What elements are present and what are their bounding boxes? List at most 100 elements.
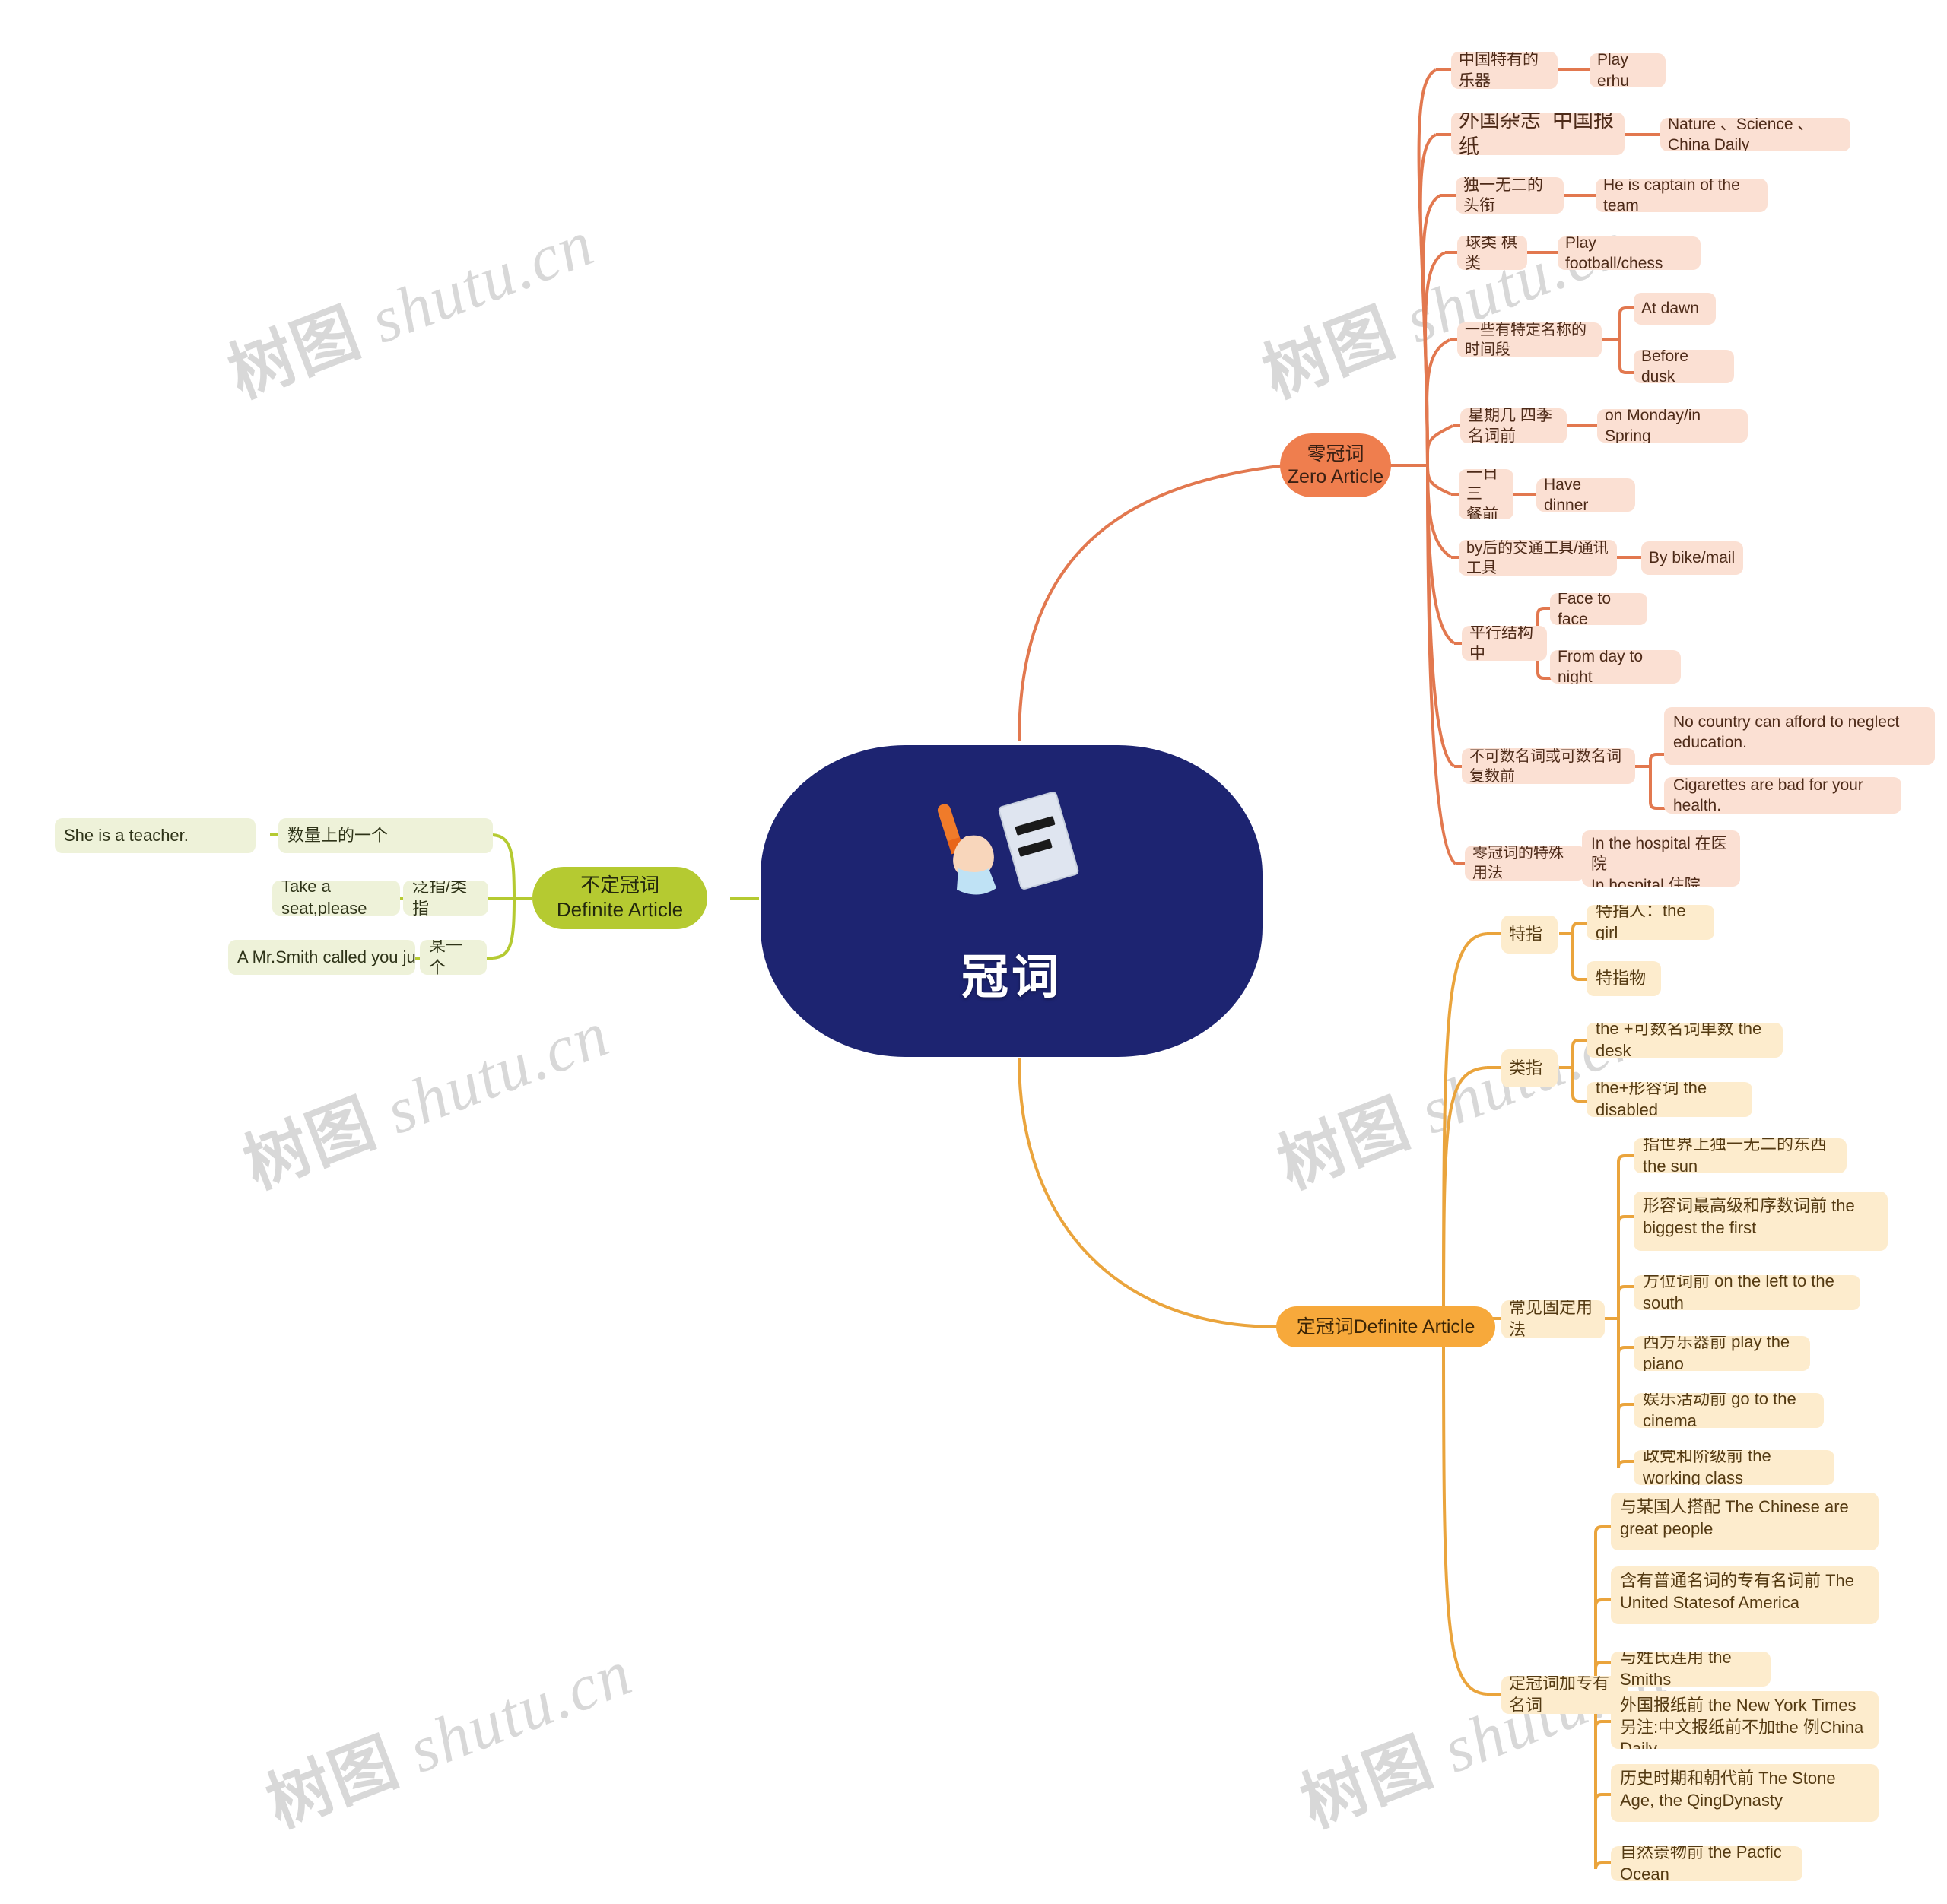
- node-label: 定冠词加专有名词: [1509, 1676, 1610, 1714]
- node-zero-2-child-0[interactable]: He is captain of the team: [1596, 179, 1768, 212]
- node-label: the +可数名词单数 the desk: [1596, 1023, 1767, 1058]
- node-definite-3-child-4[interactable]: 历史时期和朝代前 The Stone Age, the QingDynasty: [1611, 1764, 1879, 1822]
- node-zero-8-child-1[interactable]: From day to night: [1550, 650, 1681, 684]
- node-zero-3-child-0[interactable]: Play football/chess: [1558, 236, 1701, 270]
- node-zero-8-child-0[interactable]: Face to face: [1550, 593, 1647, 625]
- node-label: 独一无二的头衔: [1463, 177, 1543, 214]
- node-label: Play erhu: [1597, 53, 1633, 87]
- node-label: Before dusk: [1641, 350, 1693, 383]
- node-label: From day to night: [1558, 650, 1647, 684]
- node-zero-3[interactable]: 球类 棋类: [1457, 236, 1527, 270]
- node-definite-2[interactable]: 常见固定用法: [1501, 1300, 1605, 1338]
- node-label: 中国特有的乐器: [1459, 52, 1539, 89]
- node-zero-1[interactable]: 外国杂志 中国报纸: [1451, 113, 1625, 155]
- branch-indefinite-line2: Definite Article: [556, 898, 684, 921]
- node-label: the+形容词 the disabled: [1596, 1082, 1712, 1117]
- mindmap-canvas: 树图 shutu.cn 树图 shutu.cn 树图 shutu.cn 树图 s…: [0, 0, 1947, 1904]
- node-definite-2-child-5[interactable]: 政党和阶级前 the working class: [1634, 1450, 1834, 1485]
- node-label: By bike/mail: [1649, 549, 1736, 567]
- node-definite-3-child-1[interactable]: 含有普通名词的专有名词前 The United Statesof America: [1611, 1566, 1879, 1624]
- node-zero-7-child-0[interactable]: By bike/mail: [1641, 541, 1743, 575]
- node-definite-3-child-3[interactable]: 外国报纸前 the New York Times 另注:中文报纸前不加the 例…: [1611, 1691, 1879, 1749]
- node-indefinite-1[interactable]: 泛指/类指: [403, 881, 488, 916]
- node-definite-0-child-0[interactable]: 特指人：the girl: [1587, 905, 1714, 940]
- node-label: 娱乐活动前 go to the cinema: [1643, 1393, 1801, 1428]
- node-definite-3-child-2[interactable]: 与姓氏连用 the Smiths: [1611, 1652, 1771, 1687]
- branch-zero-line2: Zero Article: [1287, 466, 1384, 487]
- node-indefinite-2-child-0[interactable]: A Mr.Smith called you just now.: [228, 940, 415, 975]
- node-label: 形容词最高级和序数词前 the biggest the first: [1643, 1196, 1860, 1237]
- node-label: 零冠词的特殊用法: [1472, 846, 1564, 881]
- node-label: He is captain of the team: [1603, 179, 1745, 212]
- node-label: Cigarettes are bad for your health.: [1673, 777, 1868, 814]
- branch-zero-line1: 零冠词: [1307, 443, 1364, 465]
- node-definite-3-child-5[interactable]: 自然景物前 the Pacfic Ocean: [1611, 1846, 1802, 1881]
- node-label: Take a seat,please: [281, 881, 367, 916]
- node-definite-1-child-1[interactable]: the+形容词 the disabled: [1587, 1082, 1752, 1117]
- node-definite-0[interactable]: 特指: [1501, 916, 1558, 954]
- node-zero-4-child-1[interactable]: Before dusk: [1634, 350, 1734, 383]
- node-definite-1-child-0[interactable]: the +可数名词单数 the desk: [1587, 1023, 1783, 1058]
- node-definite-0-child-1[interactable]: 特指物: [1587, 961, 1661, 996]
- node-zero-0[interactable]: 中国特有的乐器: [1451, 52, 1558, 89]
- node-label: 常见固定用法: [1509, 1300, 1593, 1338]
- root-node[interactable]: 冠词: [761, 745, 1263, 1057]
- node-label: 政党和阶级前 the working class: [1643, 1450, 1776, 1485]
- node-zero-6-child-0[interactable]: Have dinner: [1536, 478, 1635, 512]
- branch-indefinite-article[interactable]: 不定冠词 Definite Article: [532, 867, 707, 929]
- node-zero-4-child-0[interactable]: At dawn: [1634, 293, 1716, 325]
- branch-indefinite-line1: 不定冠词: [580, 874, 659, 897]
- node-definite-2-child-1[interactable]: 形容词最高级和序数词前 the biggest the first: [1634, 1192, 1888, 1251]
- branch-zero-article[interactable]: 零冠词 Zero Article: [1280, 433, 1391, 497]
- node-zero-9-child-0[interactable]: No country can afford to neglect educati…: [1664, 707, 1935, 765]
- node-label: 数量上的一个: [287, 825, 389, 845]
- node-label: No country can afford to neglect educati…: [1673, 713, 1904, 752]
- root-label: 冠词: [961, 951, 1062, 1004]
- node-zero-5-child-0[interactable]: on Monday/in Spring: [1597, 409, 1748, 443]
- node-definite-2-child-2[interactable]: 方位词前 on the left to the south: [1634, 1275, 1860, 1310]
- branch-definite-article[interactable]: 定冠词Definite Article: [1276, 1306, 1495, 1347]
- node-zero-4[interactable]: 一些有特定名称的时间段: [1457, 322, 1602, 357]
- node-zero-1-child-0[interactable]: Nature 、Science 、China Daily: [1660, 118, 1850, 151]
- node-definite-3-child-0[interactable]: 与某国人搭配 The Chinese are great people: [1611, 1493, 1879, 1550]
- node-zero-10-child-0[interactable]: In the hospital 在医院 In hospital 住院: [1582, 830, 1740, 887]
- node-label: Face to face: [1558, 593, 1615, 625]
- node-label: 特指人：the girl: [1596, 905, 1691, 940]
- node-label: 类指: [1509, 1058, 1543, 1077]
- node-label: 外国报纸前 the New York Times 另注:中文报纸前不加the 例…: [1620, 1696, 1869, 1749]
- node-label: 星期几 四季名词前: [1468, 408, 1552, 443]
- node-label: 一些有特定名称的时间段: [1465, 322, 1587, 357]
- node-definite-3[interactable]: 定冠词加专有名词: [1501, 1676, 1628, 1714]
- node-label: 历史时期和朝代前 The Stone Age, the QingDynasty: [1620, 1769, 1840, 1810]
- node-zero-0-child-0[interactable]: Play erhu: [1590, 53, 1666, 87]
- node-label: 方位词前 on the left to the south: [1643, 1275, 1840, 1310]
- node-label: 西方乐器前 play the piano: [1643, 1336, 1795, 1371]
- node-label: 球类 棋类: [1465, 236, 1517, 270]
- node-indefinite-0-child-0[interactable]: She is a teacher.: [55, 818, 256, 853]
- node-zero-6[interactable]: 一日三 餐前: [1459, 469, 1513, 519]
- node-zero-8[interactable]: 平行结构中: [1462, 626, 1547, 661]
- branch-definite-label: 定冠词Definite Article: [1296, 1315, 1475, 1338]
- writing-hand-icon: [937, 792, 1079, 895]
- node-definite-2-child-3[interactable]: 西方乐器前 play the piano: [1634, 1336, 1810, 1371]
- node-zero-10[interactable]: 零冠词的特殊用法: [1465, 846, 1585, 881]
- node-label: 与姓氏连用 the Smiths: [1620, 1652, 1736, 1687]
- node-zero-5[interactable]: 星期几 四季名词前: [1460, 408, 1567, 443]
- node-label: She is a teacher.: [64, 825, 189, 845]
- node-definite-2-child-0[interactable]: 指世界上独一无二的东西 the sun: [1634, 1138, 1847, 1173]
- node-label: on Monday/in Spring: [1605, 409, 1705, 443]
- node-indefinite-2[interactable]: 某一个: [420, 940, 487, 975]
- node-definite-1[interactable]: 类指: [1501, 1049, 1558, 1087]
- node-zero-9[interactable]: 不可数名词或可数名词复数前: [1462, 748, 1635, 784]
- node-indefinite-1-child-0[interactable]: Take a seat,please: [272, 881, 400, 916]
- node-label: 特指物: [1596, 968, 1647, 988]
- node-zero-9-child-1[interactable]: Cigarettes are bad for your health.: [1664, 777, 1901, 814]
- node-definite-2-child-4[interactable]: 娱乐活动前 go to the cinema: [1634, 1393, 1824, 1428]
- node-label: 特指: [1509, 924, 1543, 944]
- node-zero-2[interactable]: 独一无二的头衔: [1456, 177, 1564, 214]
- node-label: Play football/chess: [1565, 236, 1663, 270]
- node-zero-7[interactable]: by后的交通工具/通讯工具: [1459, 540, 1617, 576]
- node-label: 指世界上独一无二的东西 the sun: [1643, 1138, 1832, 1173]
- node-indefinite-0[interactable]: 数量上的一个: [278, 818, 493, 853]
- node-label: 一日三 餐前: [1466, 469, 1498, 519]
